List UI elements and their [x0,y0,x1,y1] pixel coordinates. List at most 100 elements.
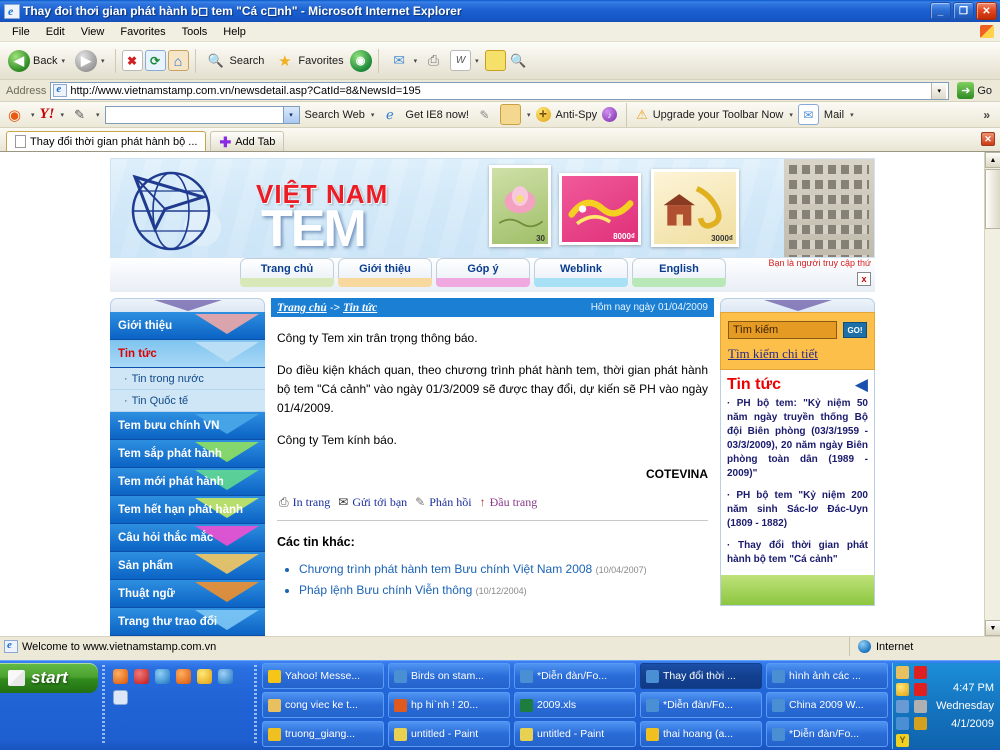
search-go-button[interactable]: GO! [843,322,867,338]
forward-dropdown-icon[interactable]: ▾ [101,57,105,65]
pencil-icon[interactable]: ✎ [69,104,90,125]
yahoo-mail-button[interactable]: Mail [824,109,844,121]
mail-button[interactable]: ✉ ▾ [385,48,422,73]
internet-explorer-icon[interactable] [218,669,233,684]
task-button[interactable]: Birds on stam... [388,663,510,689]
menu-tools[interactable]: Tools [174,24,216,40]
sidebar-item-tin-quoc-te[interactable]: Tin Quốc tế [110,390,265,412]
yahoo-messenger-icon[interactable] [197,669,212,684]
scroll-down-button[interactable]: ▼ [985,620,1000,636]
send-to-friend-link[interactable]: Gửi tới bạn [352,495,407,510]
print-button[interactable]: ⎙ [423,50,444,71]
sidebar-item-tem-buu-chinh-vn[interactable]: Tem bưu chính VN [110,412,265,440]
task-button[interactable]: China 2009 W... [766,692,888,718]
yahoo-eye-dropdown-icon[interactable]: ▾ [31,111,35,119]
yahoo-eye-icon[interactable]: ◉ [4,104,25,125]
music-icon[interactable]: ♪ [602,107,618,122]
menu-help[interactable]: Help [215,24,254,40]
sidebar-item-tem-sap-phat-hanh[interactable]: Tem sắp phát hành [110,440,265,468]
word-dropdown-icon[interactable]: ▾ [475,57,479,65]
sidebar-item-cau-hoi-thac-mac[interactable]: Câu hỏi thắc mắc [110,524,265,552]
breadcrumb-current-link[interactable]: Tin tức [343,302,377,314]
updates-tray-icon[interactable] [896,717,909,730]
other-news-link-2[interactable]: Pháp lệnh Bưu chính Viễn thông [299,583,472,597]
pencil-dropdown-icon[interactable]: ▾ [96,111,100,119]
breadcrumb-home-link[interactable]: Trang chủ [277,302,327,314]
document-icon[interactable] [113,690,128,705]
go-button[interactable]: ➜ Go [953,82,996,99]
task-button[interactable]: *Diễn đàn/Fo... [766,721,888,747]
search-web-button[interactable]: Search Web [305,109,365,121]
security-zone[interactable]: Internet [850,640,1000,653]
yahoo-search-input[interactable]: ▾ [104,105,300,124]
task-button[interactable]: thai hoang (a... [640,721,762,747]
clock[interactable]: 4:47 PM Wednesday 4/1/2009 [936,679,994,733]
windows-flag-button[interactable] [978,24,996,40]
task-button[interactable]: hp hi`nh ! 20... [388,692,510,718]
upgrade-dropdown-icon[interactable]: ▾ [789,111,793,119]
yahoo-logo-dropdown-icon[interactable]: ▾ [61,111,65,119]
home-button[interactable]: ⌂ [167,50,189,71]
menu-file[interactable]: File [4,24,38,40]
task-button[interactable]: hình ảnh các ... [766,663,888,689]
news-item[interactable]: · PH bộ tem "Kỷ niệm 200 năm sinh Sác-lơ… [727,489,868,531]
back-to-top-link[interactable]: Đầu trang [490,495,538,510]
sidebar-item-thuat-ngu[interactable]: Thuật ngữ [110,580,265,608]
opera-icon[interactable] [134,669,149,684]
highlighter-icon[interactable]: ✎ [474,104,495,125]
taskbar-grip[interactable] [254,665,257,745]
yahoo-logo-icon[interactable]: Y! [40,106,55,123]
anti-spy-button[interactable]: Anti-Spy [556,109,598,121]
refresh-button[interactable]: ⟳ [144,50,166,71]
nav-item-weblink[interactable]: Weblink [534,258,628,287]
address-input[interactable]: http://www.vietnamstamp.com.vn/newsdetai… [50,81,950,100]
close-button[interactable]: ✕ [976,2,997,20]
notes-button[interactable] [484,50,506,71]
page-scrollbar[interactable]: ▲ ▼ [984,152,1000,636]
folder-tray-icon[interactable] [896,666,909,679]
search-web-dropdown-icon[interactable]: ▾ [371,111,375,119]
get-ie8-button[interactable]: Get IE8 now! [405,109,469,121]
start-button[interactable]: start [0,663,98,693]
sidebar-item-tin-tuc[interactable]: Tin tức [110,340,265,368]
task-button[interactable]: cong viec ke t... [262,692,384,718]
upgrade-toolbar-button[interactable]: Upgrade your Toolbar Now [653,109,784,121]
task-button[interactable]: Yahoo! Messe... [262,663,384,689]
news-item[interactable]: · PH bộ tem: "Kỷ niệm 50 năm ngày truyền… [727,397,868,481]
favorites-button[interactable]: ★ Favorites [270,48,347,73]
print-page-link[interactable]: In trang [293,495,331,510]
popup-blocker-icon[interactable] [499,104,521,125]
task-button[interactable]: truong_giang... [262,721,384,747]
search-input[interactable]: Tìm kiếm [728,321,837,339]
sidebar-item-tem-moi-phat-hanh[interactable]: Tem mới phát hành [110,468,265,496]
nav-item-english[interactable]: English [632,258,726,287]
close-tabbar-button[interactable]: ✕ [981,132,995,146]
back-dropdown-icon[interactable]: ▾ [61,57,65,65]
popup-dropdown-icon[interactable]: ▾ [527,111,531,119]
task-button[interactable]: *Diễn đàn/Fo... [514,663,636,689]
sidebar-item-trang-thu-trao-doi[interactable]: Trang thư trao đổi [110,608,265,636]
yahoo-mail-dropdown-icon[interactable]: ▾ [850,111,854,119]
nav-item-trang-chu[interactable]: Trang chủ [240,258,334,287]
nav-item-gioi-thieu[interactable]: Giới thiệu [338,258,432,287]
maximize-button[interactable]: ❐ [953,2,974,20]
nav-item-gop-y[interactable]: Góp ý [436,258,530,287]
network-tray-icon[interactable] [896,700,909,713]
list-item[interactable]: Pháp lệnh Bưu chính Viễn thông (10/12/20… [299,580,714,601]
sound-tray-icon[interactable] [914,717,928,730]
word-button[interactable]: W ▾ [446,48,483,73]
yahoo-search-dropdown-icon[interactable]: ▾ [282,106,299,123]
shield-tray-icon[interactable] [914,700,928,713]
feedback-link[interactable]: Phản hồi [429,495,471,510]
realplayer-icon[interactable] [176,669,191,684]
other-news-link-1[interactable]: Chương trình phát hành tem Bưu chính Việ… [299,562,592,576]
scrollbar-thumb[interactable] [985,169,1000,229]
norton-tray-icon[interactable] [914,666,928,679]
task-button[interactable]: 2009.xls [514,692,636,718]
task-button[interactable]: untitled - Paint [388,721,510,747]
scroll-up-button[interactable]: ▲ [985,152,1000,168]
back-button[interactable]: ◀ Back ▾ [4,48,69,74]
sidebar-item-tem-het-han-phat-hanh[interactable]: Tem hết hạn phát hành [110,496,265,524]
stop-button[interactable]: ✖ [121,50,143,71]
yahoo-tray-icon[interactable]: Y [896,734,909,747]
